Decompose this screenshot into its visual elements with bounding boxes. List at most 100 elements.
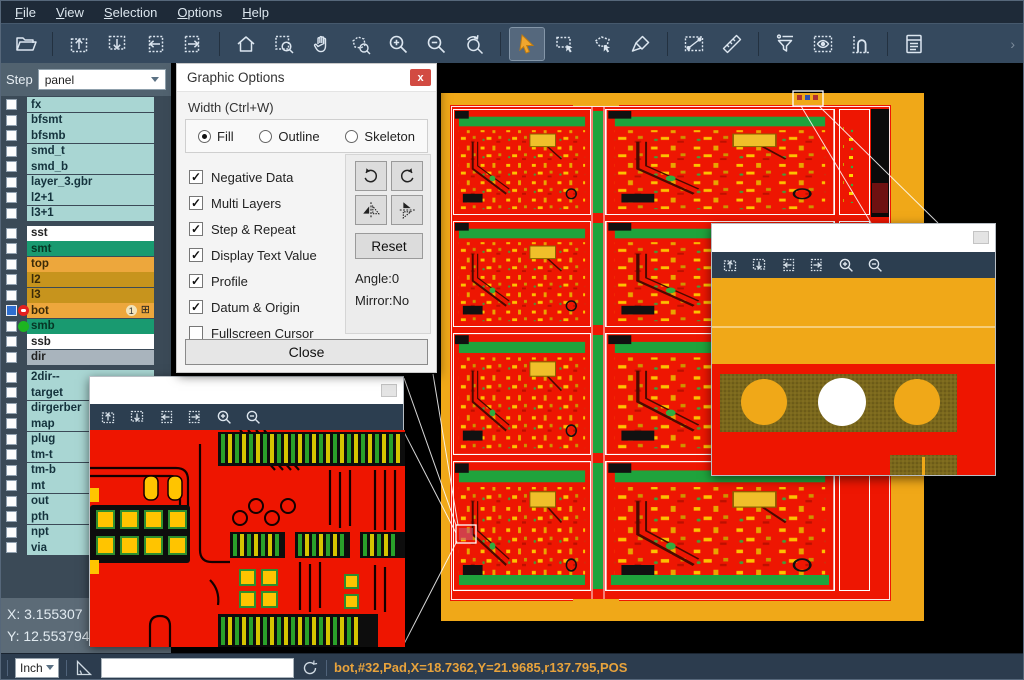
reset-button[interactable]: Reset: [355, 233, 423, 259]
pan-down-icon[interactable]: [750, 256, 768, 274]
pan-hand-button[interactable]: [305, 28, 339, 60]
pan-up-button[interactable]: [62, 28, 96, 60]
menu-item[interactable]: Help: [232, 1, 279, 23]
layer-visibility-checkbox[interactable]: [6, 372, 17, 383]
layer-visibility-checkbox[interactable]: [6, 336, 17, 347]
rotate-cw-button[interactable]: [355, 161, 387, 191]
dialog-checkbox[interactable]: ✓ Negative Data: [189, 164, 317, 190]
menu-item[interactable]: Selection: [94, 1, 167, 23]
zoom-object-button[interactable]: [343, 28, 377, 60]
layer-chip[interactable]: dir ⊞: [27, 350, 154, 365]
magnifier2-title-bar[interactable]: [712, 224, 995, 252]
unit-select[interactable]: Inch: [15, 658, 59, 678]
layer-visibility-checkbox[interactable]: [6, 99, 17, 110]
layer-chip[interactable]: l2 ⊞: [27, 272, 154, 287]
layer-visibility-checkbox[interactable]: [6, 130, 17, 141]
layer-visibility-checkbox[interactable]: [6, 243, 17, 254]
layer-visibility-checkbox[interactable]: [6, 418, 17, 429]
dialog-checkbox[interactable]: ✓ Multi Layers: [189, 190, 317, 216]
width-radio[interactable]: Skeleton: [345, 129, 415, 144]
layer-visibility-checkbox[interactable]: [6, 228, 17, 239]
snap-button[interactable]: [844, 28, 878, 60]
magnifier1-window-button[interactable]: [381, 384, 397, 397]
zoom-out-icon[interactable]: [866, 256, 884, 274]
open-file-button[interactable]: [9, 28, 43, 60]
layer-visibility-checkbox[interactable]: [6, 542, 17, 553]
layer-visibility-checkbox[interactable]: [6, 352, 17, 363]
layer-visibility-checkbox[interactable]: [6, 434, 17, 445]
clear-highlight-button[interactable]: [624, 28, 658, 60]
layer-visibility-checkbox[interactable]: [6, 465, 17, 476]
zoom-previous-button[interactable]: [457, 28, 491, 60]
layer-visibility-checkbox[interactable]: [6, 527, 17, 538]
layer-chip[interactable]: fx ⊞: [27, 97, 154, 112]
layer-chip[interactable]: l3 ⊞: [27, 288, 154, 303]
layer-visibility-checkbox[interactable]: [6, 290, 17, 301]
pan-up-icon[interactable]: [99, 408, 117, 426]
measure-distance-button[interactable]: [677, 28, 711, 60]
magnifier2-content[interactable]: [712, 278, 995, 475]
dialog-close-button[interactable]: x: [410, 69, 431, 86]
layer-chip[interactable]: l3+1 ⊞: [27, 206, 154, 221]
pan-right-icon[interactable]: [186, 408, 204, 426]
layer-visibility-checkbox[interactable]: [6, 305, 17, 316]
layer-chip[interactable]: sst ⊞: [27, 226, 154, 241]
view-options-button[interactable]: [806, 28, 840, 60]
layer-chip[interactable]: l2+1 ⊞: [27, 190, 154, 205]
menu-item[interactable]: Options: [167, 1, 232, 23]
layer-chip[interactable]: layer_3.gbr ⊞: [27, 175, 154, 190]
layer-visibility-checkbox[interactable]: [6, 146, 17, 157]
layer-chip[interactable]: top ⊞: [27, 257, 154, 272]
layer-chip[interactable]: smt ⊞: [27, 241, 154, 256]
mirror-vertical-button[interactable]: [391, 195, 423, 225]
width-radio[interactable]: Outline: [259, 129, 319, 144]
zoom-in-button[interactable]: [381, 28, 415, 60]
pan-down-button[interactable]: [100, 28, 134, 60]
pan-left-icon[interactable]: [157, 408, 175, 426]
step-select[interactable]: panel: [38, 69, 166, 90]
zoom-window-button[interactable]: [267, 28, 301, 60]
ruler-button[interactable]: [715, 28, 749, 60]
menu-item[interactable]: File: [5, 1, 46, 23]
layer-visibility-checkbox[interactable]: [6, 177, 17, 188]
pan-right-icon[interactable]: [808, 256, 826, 274]
layer-visibility-checkbox[interactable]: [6, 208, 17, 219]
layer-chip[interactable]: bfsmt ⊞: [27, 113, 154, 128]
magnifier1-content[interactable]: [90, 430, 405, 647]
dialog-checkbox[interactable]: ✓ Step & Repeat: [189, 216, 317, 242]
dialog-title-bar[interactable]: Graphic Options x: [177, 64, 436, 92]
layer-chip[interactable]: smd_t ⊞: [27, 144, 154, 159]
width-radio[interactable]: Fill: [198, 129, 234, 144]
layer-visibility-checkbox[interactable]: [6, 387, 17, 398]
zoom-in-icon[interactable]: [837, 256, 855, 274]
layer-chip[interactable]: smb ⊞: [27, 319, 154, 334]
menu-item[interactable]: View: [46, 1, 94, 23]
layer-visibility-checkbox[interactable]: [6, 115, 17, 126]
dialog-checkbox[interactable]: ✓ Datum & Origin: [189, 294, 317, 320]
refresh-icon[interactable]: [301, 659, 319, 677]
layer-visibility-checkbox[interactable]: [6, 480, 17, 491]
fit-view-button[interactable]: [229, 28, 263, 60]
layer-chip[interactable]: ssb ⊞: [27, 334, 154, 349]
layer-chip[interactable]: bfsmb ⊞: [27, 128, 154, 143]
layer-visibility-checkbox[interactable]: [6, 511, 17, 522]
poly-select-button[interactable]: [586, 28, 620, 60]
angle-measure-icon[interactable]: [74, 658, 94, 678]
layer-chip[interactable]: smd_b ⊞: [27, 159, 154, 174]
rotate-ccw-button[interactable]: [391, 161, 423, 191]
select-tool-button[interactable]: [510, 28, 544, 60]
toolbar-overflow-icon[interactable]: ›: [1010, 36, 1015, 52]
layer-visibility-checkbox[interactable]: [6, 161, 17, 172]
close-button[interactable]: Close: [185, 339, 428, 365]
filter-button[interactable]: [768, 28, 802, 60]
layer-visibility-checkbox[interactable]: [6, 449, 17, 460]
dialog-checkbox[interactable]: ✓ Profile: [189, 268, 317, 294]
layer-visibility-checkbox[interactable]: [6, 496, 17, 507]
report-button[interactable]: [897, 28, 931, 60]
command-input[interactable]: [101, 658, 294, 678]
layer-visibility-checkbox[interactable]: [6, 321, 17, 332]
zoom-out-button[interactable]: [419, 28, 453, 60]
pan-left-button[interactable]: [138, 28, 172, 60]
mirror-horizontal-button[interactable]: [355, 195, 387, 225]
magnifier2-window-button[interactable]: [973, 231, 989, 244]
